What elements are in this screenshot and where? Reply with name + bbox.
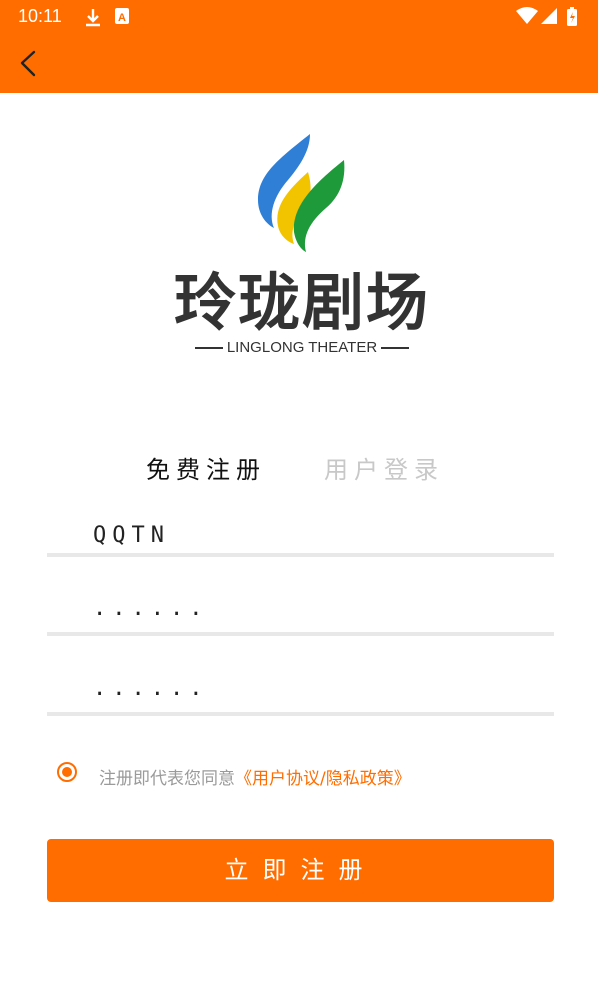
agreement-radio[interactable] (57, 762, 77, 782)
back-button[interactable] (12, 44, 48, 84)
download-icon (84, 7, 102, 31)
status-time: 10:11 (18, 6, 62, 26)
username-field[interactable]: QQTN (93, 523, 170, 548)
tab-register[interactable]: 免费注册 (146, 452, 266, 488)
register-button[interactable]: 立即注册 (47, 839, 554, 902)
agreement-link[interactable]: 《用户协议/隐私政策》 (235, 769, 411, 789)
status-bar: 10:11 A (0, 0, 598, 33)
chevron-left-icon (12, 50, 48, 88)
password-underline (47, 632, 554, 636)
notification-a-icon: A (114, 7, 130, 29)
confirm-password-field[interactable]: ...... (93, 676, 208, 701)
battery-icon (566, 7, 578, 31)
logo-title: 玲珑剧场 (173, 266, 430, 339)
logo-subtitle: LINGLONG THEATER (170, 338, 434, 358)
confirm-password-underline (47, 712, 554, 716)
auth-tabs: 免费注册 用户登录 (0, 452, 598, 492)
radio-checked-icon (62, 767, 72, 777)
username-underline (47, 553, 554, 557)
agreement-row: 注册即代表您同意《用户协议/隐私政策》 (57, 762, 557, 789)
app-header: 10:11 A (0, 0, 598, 93)
app-logo: 玲珑剧场 LINGLONG THEATER (170, 128, 434, 364)
agreement-text: 注册即代表您同意《用户协议/隐私政策》 (99, 769, 411, 789)
password-field[interactable]: ...... (93, 596, 208, 621)
svg-text:A: A (118, 12, 126, 24)
flame-logo-icon (258, 134, 345, 252)
wifi-icon (516, 7, 538, 29)
cell-signal-icon (540, 7, 558, 29)
tab-login[interactable]: 用户登录 (324, 452, 444, 488)
